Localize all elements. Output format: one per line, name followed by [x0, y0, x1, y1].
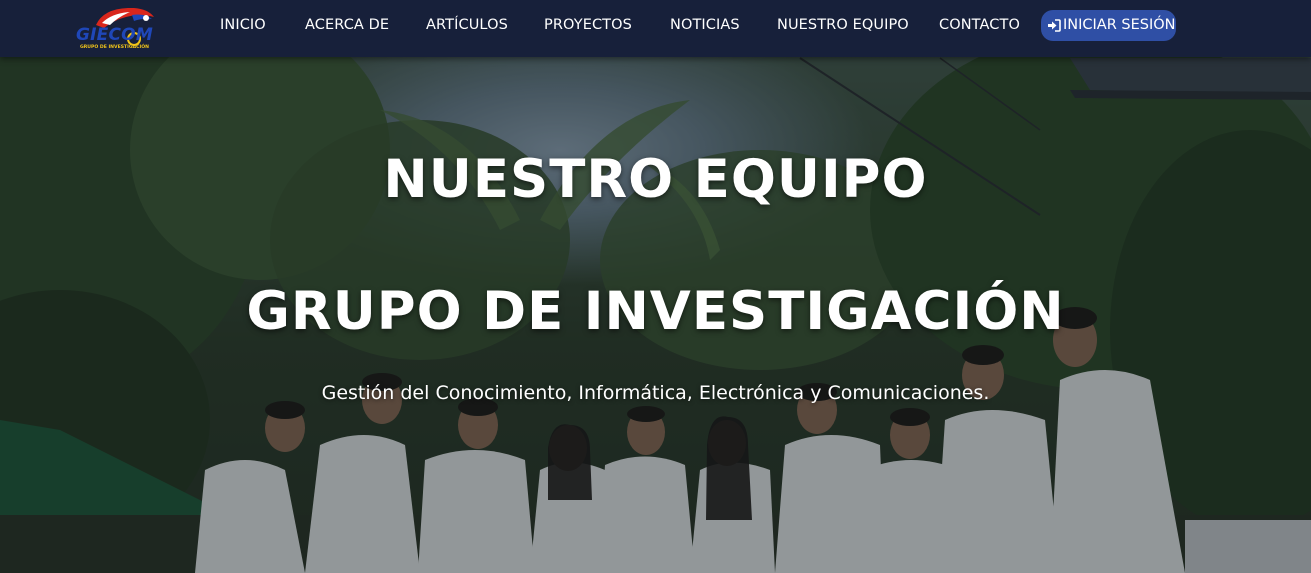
- nav-item-inicio[interactable]: INICIO: [220, 17, 266, 34]
- login-button[interactable]: INICIAR SESIÓN: [1041, 10, 1176, 41]
- nav-item-nuestro-equipo[interactable]: NUESTRO EQUIPO: [777, 17, 909, 34]
- hero-subtitle: GRUPO DE INVESTIGACIÓN: [246, 281, 1065, 342]
- login-button-label: INICIAR SESIÓN: [1063, 17, 1176, 33]
- nav-item-noticias[interactable]: NOTICIAS: [670, 17, 740, 34]
- hero-tagline: Gestión del Conocimiento, Informática, E…: [321, 382, 990, 404]
- nav-item-articulos[interactable]: ARTÍCULOS: [426, 17, 508, 34]
- sign-in-icon: [1048, 19, 1061, 32]
- page: GIECOM GRUPO DE INVESTIGACIÓN INICIO ACE…: [0, 0, 1311, 573]
- top-navbar: GIECOM GRUPO DE INVESTIGACIÓN INICIO ACE…: [0, 0, 1311, 57]
- nav-item-proyectos[interactable]: PROYECTOS: [544, 17, 632, 34]
- hero-title: NUESTRO EQUIPO: [383, 149, 928, 210]
- nav-item-acerca-de[interactable]: ACERCA DE: [305, 17, 389, 34]
- nav-item-contacto[interactable]: CONTACTO: [939, 17, 1020, 34]
